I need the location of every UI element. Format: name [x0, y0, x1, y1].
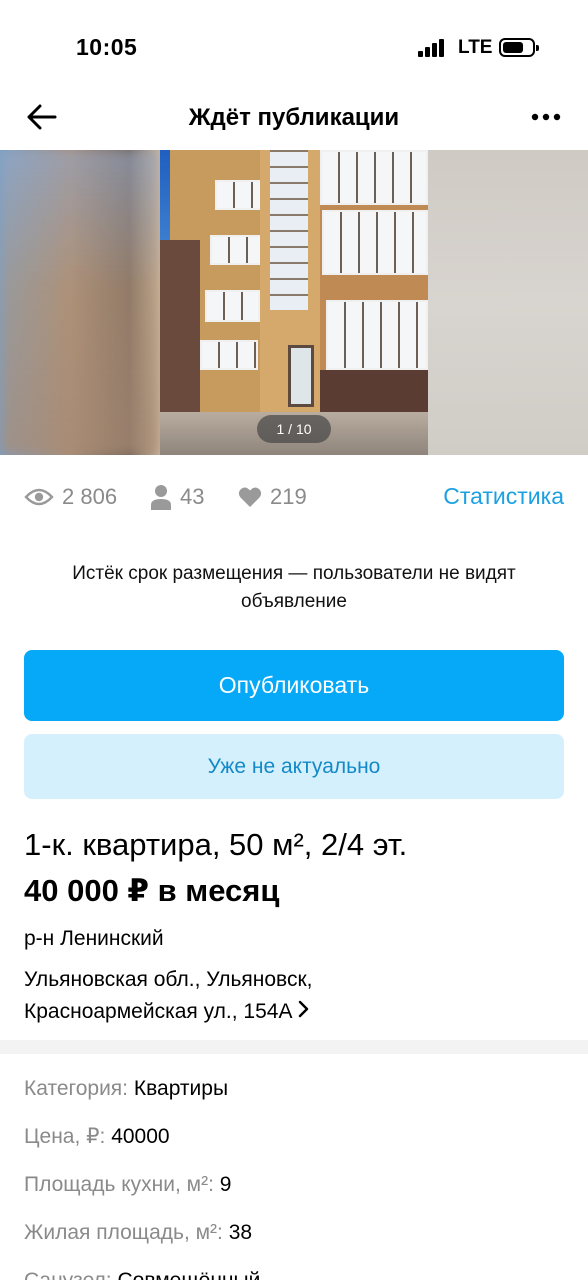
publish-button[interactable]: Опубликовать — [24, 650, 564, 721]
param-key: Санузел: — [24, 1269, 112, 1280]
status-bar: 10:05 LTE — [0, 0, 588, 90]
gallery-blur-right — [428, 150, 588, 455]
listing-photo[interactable]: 1 / 10 — [160, 150, 428, 455]
param-value: Квартиры — [133, 1077, 229, 1100]
param-row: Цена, ₽: 40000 — [24, 1124, 564, 1172]
eye-icon — [24, 488, 54, 506]
views-stat: 2 806 — [24, 483, 117, 511]
param-row: Площадь кухни, м²: 9 — [24, 1172, 564, 1220]
param-key: Площадь кухни, м²: — [24, 1173, 214, 1196]
heart-icon — [238, 487, 262, 507]
photo-gallery[interactable]: 1 / 10 — [0, 150, 588, 455]
gallery-blur-left — [0, 150, 160, 455]
more-options-icon[interactable] — [530, 102, 562, 132]
param-value: 9 — [219, 1173, 232, 1196]
params-list: Категория: Квартиры Цена, ₽: 40000 Площа… — [24, 1076, 564, 1280]
not-actual-button[interactable]: Уже не актуально — [24, 734, 564, 799]
page-title: Ждёт публикации — [188, 104, 400, 131]
param-row: Санузел: Совмещённый — [24, 1268, 564, 1280]
favorites-count: 219 — [270, 484, 307, 509]
person-icon — [151, 485, 171, 510]
listing-district: р-н Ленинский — [24, 927, 164, 950]
param-key: Цена, ₽: — [24, 1125, 106, 1148]
status-time: 10:05 — [76, 34, 138, 60]
section-divider — [0, 1040, 588, 1054]
param-row: Жилая площадь, м²: 38 — [24, 1220, 564, 1268]
contacts-stat: 43 — [150, 483, 204, 511]
favorites-stat: 219 — [238, 483, 307, 511]
address-line-2: Красноармейская ул., 154А — [24, 1000, 293, 1023]
nav-header: Ждёт публикации — [0, 92, 588, 142]
param-value: 38 — [228, 1221, 253, 1244]
param-key: Жилая площадь, м²: — [24, 1221, 223, 1244]
param-key: Категория: — [24, 1077, 129, 1100]
param-value: Совмещённый — [117, 1269, 260, 1280]
signal-icon — [418, 39, 448, 57]
photo-counter: 1 / 10 — [257, 415, 331, 443]
listing-price: 40 000 ₽ в месяц — [24, 873, 280, 908]
address-line-1: Ульяновская обл., Ульяновск, — [24, 968, 313, 991]
param-value: 40000 — [111, 1125, 170, 1148]
battery-icon — [499, 38, 539, 57]
network-label: LTE — [458, 37, 493, 58]
chevron-right-icon — [298, 995, 310, 1026]
expired-notice: Истёк срок размещения — пользователи не … — [72, 563, 516, 612]
param-row: Категория: Квартиры — [24, 1076, 564, 1124]
stats-row: 2 806 43 219 Статистика — [0, 480, 588, 514]
listing-address[interactable]: Ульяновская обл., Ульяновск, Красноармей… — [24, 964, 312, 1027]
statistics-link[interactable]: Статистика — [443, 483, 564, 510]
contacts-count: 43 — [180, 484, 205, 509]
listing-title: 1-к. квартира, 50 м², 2/4 эт. — [24, 827, 408, 862]
views-count: 2 806 — [62, 484, 118, 509]
